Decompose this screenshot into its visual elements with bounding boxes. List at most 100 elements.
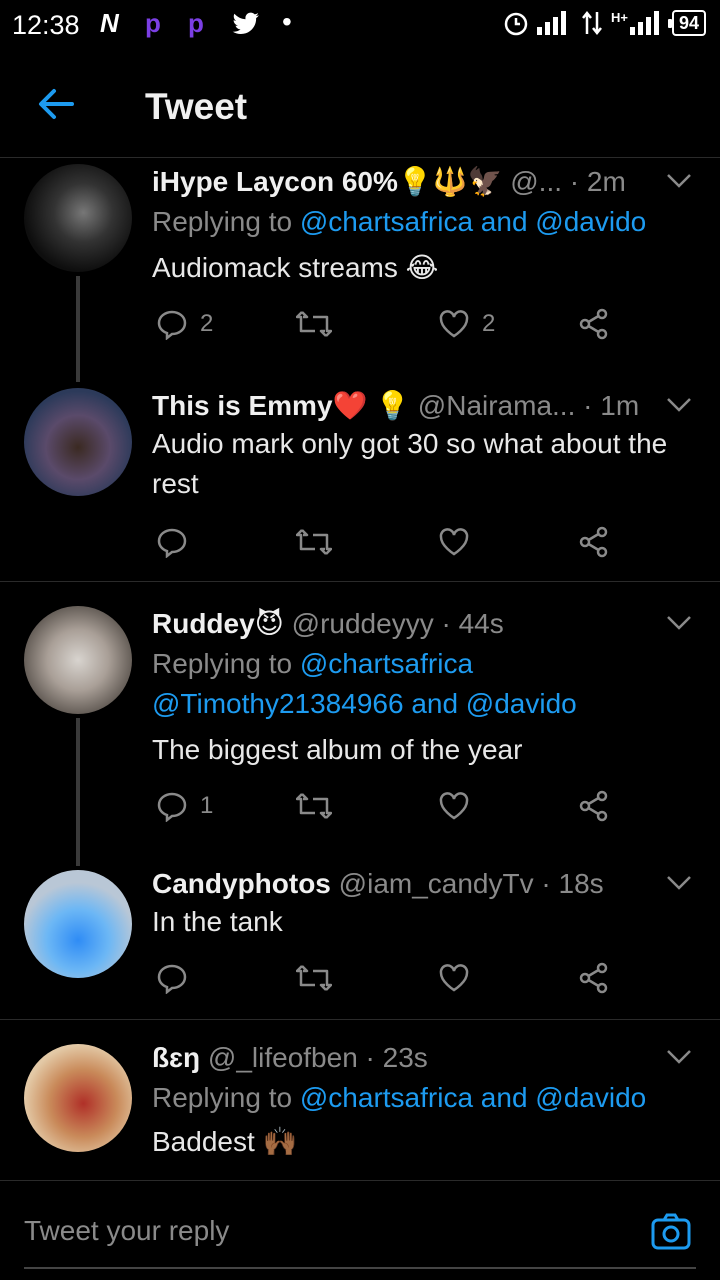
reply-input[interactable]: Tweet your reply	[24, 1215, 229, 1247]
replying-to: Replying to @chartsafrica and @davido	[152, 202, 692, 242]
mention-link[interactable]: @chartsafrica and @davido	[300, 1082, 646, 1113]
divider	[0, 581, 720, 582]
chevron-down-icon[interactable]	[666, 172, 692, 190]
replying-to-label: Replying to	[152, 206, 293, 237]
reply-button[interactable]	[156, 522, 188, 562]
replying-to-label: Replying to	[152, 1082, 293, 1113]
avatar[interactable]	[24, 388, 132, 496]
retweet-icon	[296, 529, 332, 555]
retweet-button[interactable]	[296, 958, 332, 998]
like-button[interactable]: 2	[438, 304, 495, 344]
status-right: H+ 94	[503, 10, 706, 36]
reply-composer[interactable]: Tweet your reply	[0, 1180, 720, 1280]
tweet-body: Ruddey😈 @ruddeyyy · 44s Replying to @cha…	[152, 606, 692, 770]
share-icon	[579, 526, 608, 558]
chevron-down-icon[interactable]	[666, 1048, 692, 1066]
reply-button[interactable]: 2	[156, 304, 213, 344]
chevron-down-icon[interactable]	[666, 396, 692, 414]
share-icon	[579, 962, 608, 994]
chevron-down-icon[interactable]	[666, 874, 692, 892]
like-count: 2	[482, 310, 496, 337]
reply-button[interactable]	[156, 958, 188, 998]
display-name[interactable]: Candyphotos	[152, 868, 331, 899]
display-name[interactable]: This is Emmy❤️ 💡	[152, 390, 410, 421]
retweet-icon	[296, 311, 332, 337]
top-app-bar: Tweet	[0, 60, 720, 158]
retweet-button[interactable]	[296, 304, 332, 344]
mention-link[interactable]: @Timothy21384966 and @davido	[152, 688, 577, 719]
retweet-button[interactable]	[296, 522, 332, 562]
avatar[interactable]	[24, 870, 132, 978]
like-button[interactable]	[438, 958, 470, 998]
replying-to: Replying to @chartsafrica and @davido	[152, 1078, 692, 1118]
reply-icon	[157, 964, 187, 994]
like-button[interactable]	[438, 786, 470, 826]
heart-icon	[439, 964, 469, 992]
share-button[interactable]	[578, 304, 610, 344]
handle: @iam_candyTv	[338, 868, 534, 899]
back-arrow-icon[interactable]	[34, 82, 78, 126]
timestamp: · 18s	[541, 868, 604, 899]
tweet-item[interactable]: This is Emmy❤️ 💡 @Nairama... · 1m Audio …	[0, 384, 720, 580]
timestamp: · 44s	[441, 608, 504, 639]
twitter-bird-icon	[232, 12, 259, 35]
share-icon	[579, 790, 608, 822]
reply-count: 2	[200, 310, 214, 337]
share-button[interactable]	[578, 522, 610, 562]
tweet-actions	[152, 958, 632, 998]
reply-icon	[157, 528, 187, 558]
chevron-down-icon[interactable]	[666, 614, 692, 632]
avatar[interactable]	[24, 606, 132, 714]
display-name[interactable]: Ruddey😈	[152, 608, 284, 639]
reply-icon	[157, 792, 187, 822]
mention-link[interactable]: @chartsafrica	[300, 648, 473, 679]
tweet-actions	[152, 522, 632, 562]
tweet-item[interactable]: iHype Laycon 60%💡🔱🦅 @... · 2m Replying t…	[0, 160, 720, 382]
thread-line	[76, 718, 80, 866]
tweet-header: ßɛŋ @_lifeofben · 23s	[152, 1040, 692, 1076]
tweet-header: Ruddey😈 @ruddeyyy · 44s	[152, 606, 692, 642]
tweet-header: This is Emmy❤️ 💡 @Nairama... · 1m	[152, 388, 692, 424]
status-bar: 12:38 N p p • H+ 94	[0, 0, 720, 50]
divider	[0, 1019, 720, 1020]
heart-icon	[439, 310, 469, 338]
tweet-body: ßɛŋ @_lifeofben · 23s Replying to @chart…	[152, 1040, 692, 1162]
replying-to: Replying to @chartsafrica @Timothy213849…	[152, 644, 692, 724]
p-app-icon: p	[145, 8, 161, 38]
retweet-button[interactable]	[296, 786, 332, 826]
tweet-text: The biggest album of the year	[152, 734, 523, 765]
tweet-item[interactable]: Candyphotos @iam_candyTv · 18s In the ta…	[0, 866, 720, 1018]
p-app-icon-2: p	[188, 8, 204, 38]
share-button[interactable]	[578, 786, 610, 826]
share-button[interactable]	[578, 958, 610, 998]
handle: @ruddeyyy	[291, 608, 434, 639]
display-name[interactable]: iHype Laycon 60%💡🔱🦅	[152, 166, 502, 197]
display-name[interactable]: ßɛŋ	[152, 1042, 200, 1073]
page-title: Tweet	[145, 86, 248, 127]
heart-icon	[439, 792, 469, 820]
tweet-item[interactable]: ßɛŋ @_lifeofben · 23s Replying to @chart…	[0, 1040, 720, 1178]
handle: @...	[510, 166, 563, 197]
signal-icon-2	[629, 11, 659, 35]
thread-line	[76, 276, 80, 382]
n-app-icon: N	[100, 8, 119, 38]
tweet-text: Baddest 🙌🏾	[152, 1126, 298, 1157]
handle: @_lifeofben	[207, 1042, 358, 1073]
like-button[interactable]	[438, 522, 470, 562]
reply-button[interactable]: 1	[156, 786, 213, 826]
tweet-body: iHype Laycon 60%💡🔱🦅 @... · 2m Replying t…	[152, 164, 692, 288]
reply-count: 1	[200, 792, 214, 819]
notification-dot: •	[282, 6, 292, 37]
avatar[interactable]	[24, 1044, 132, 1152]
retweet-icon	[296, 965, 332, 991]
tweet-item[interactable]: Ruddey😈 @ruddeyyy · 44s Replying to @cha…	[0, 602, 720, 866]
tweet-header: Candyphotos @iam_candyTv · 18s	[152, 866, 692, 902]
avatar[interactable]	[24, 164, 132, 272]
timestamp: · 1m	[583, 390, 640, 421]
mention-link[interactable]: @chartsafrica and @davido	[300, 206, 646, 237]
input-underline	[24, 1267, 696, 1269]
camera-icon[interactable]	[650, 1211, 692, 1253]
tweet-actions: 2 2	[152, 304, 632, 344]
reply-icon	[157, 310, 187, 340]
signal-icon	[536, 11, 566, 35]
